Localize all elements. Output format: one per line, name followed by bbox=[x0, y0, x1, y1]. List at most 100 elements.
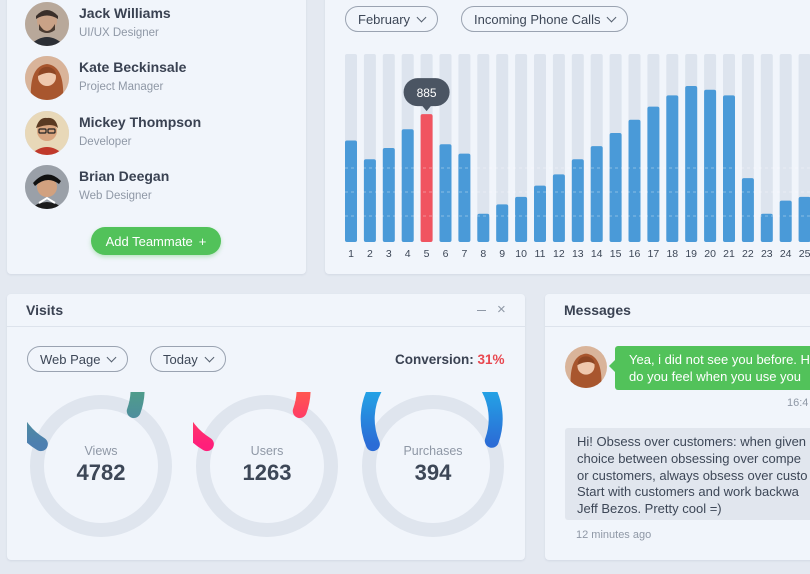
conversion-value: 31% bbox=[477, 352, 505, 367]
member-role: UI/UX Designer bbox=[79, 27, 159, 39]
bar-16[interactable] bbox=[628, 119, 641, 242]
metric-select[interactable]: Incoming Phone Calls bbox=[461, 6, 629, 32]
x-tick-label: 21 bbox=[723, 248, 735, 260]
x-tick-label: 24 bbox=[780, 248, 792, 260]
period-select[interactable]: Today bbox=[150, 346, 226, 372]
team-member-jack[interactable]: Jack Williams UI/UX Designer bbox=[25, 2, 295, 48]
member-name: Jack Williams bbox=[79, 5, 171, 21]
message-timestamp: 12 minutes ago bbox=[576, 529, 652, 541]
source-select-value: Web Page bbox=[40, 351, 101, 367]
metric-select-value: Incoming Phone Calls bbox=[474, 11, 601, 27]
member-role: Developer bbox=[79, 136, 132, 148]
avatar-kate bbox=[25, 56, 69, 100]
member-role: Web Designer bbox=[79, 190, 152, 202]
messages-card: Messages Yea, i did not see you before. … bbox=[545, 294, 810, 560]
month-select[interactable]: February bbox=[345, 6, 439, 32]
avatar-jack bbox=[25, 2, 69, 46]
calls-chart-card: 1 2 3 4 5 6 7 8 9 10 11 12 13 14 15 16 17 18 19 20 21 22 23 24 2… bbox=[325, 0, 810, 274]
x-tick-label: 13 bbox=[572, 248, 584, 260]
outgoing-message: Hi! Obsess over customers: when given ch… bbox=[565, 428, 810, 520]
x-tick-label: 1 bbox=[348, 248, 354, 260]
bar-1[interactable] bbox=[345, 140, 357, 242]
x-tick-label: 3 bbox=[386, 248, 392, 260]
bar-3[interactable] bbox=[382, 148, 395, 242]
bar-21[interactable] bbox=[723, 95, 735, 242]
x-tick-label: 2 bbox=[367, 248, 373, 260]
bar-19[interactable] bbox=[685, 85, 698, 243]
team-member-mickey[interactable]: Mickey Thompson Developer bbox=[25, 111, 295, 157]
x-tick-label: 22 bbox=[742, 248, 754, 260]
avatar-kate bbox=[565, 346, 607, 388]
x-tick-label: 12 bbox=[553, 248, 565, 260]
bar-5[interactable] bbox=[420, 114, 433, 242]
bar-11[interactable] bbox=[534, 185, 546, 242]
member-name: Brian Deegan bbox=[79, 168, 170, 184]
x-tick-label: 10 bbox=[515, 248, 527, 260]
bar-14[interactable] bbox=[590, 146, 603, 242]
bar-7[interactable] bbox=[458, 153, 471, 242]
message-line: choice between obsessing over compe bbox=[577, 450, 802, 466]
avatar-brian bbox=[25, 165, 69, 209]
x-tick-label: 8 bbox=[480, 248, 486, 260]
bar-17[interactable] bbox=[647, 106, 660, 242]
x-tick-label: 11 bbox=[535, 248, 546, 260]
purchases-donut: Purchases 394 bbox=[360, 392, 504, 537]
chevron-down-icon bbox=[416, 12, 427, 22]
add-teammate-button[interactable]: Add Teammate + bbox=[91, 227, 221, 255]
period-select-value: Today bbox=[163, 351, 198, 367]
visits-header: Visits × bbox=[7, 294, 525, 327]
donut-value: 1263 bbox=[243, 460, 292, 485]
bar-6[interactable] bbox=[439, 144, 452, 242]
bar-4[interactable] bbox=[401, 129, 414, 242]
x-tick-label: 16 bbox=[629, 248, 641, 260]
incoming-message: Yea, i did not see you before. Ho do you… bbox=[609, 346, 810, 390]
team-member-kate[interactable]: Kate Beckinsale Project Manager bbox=[25, 56, 295, 102]
message-timestamp: 16:4 bbox=[787, 397, 809, 409]
x-tick-label: 25 bbox=[799, 248, 810, 260]
bar-20[interactable] bbox=[704, 89, 717, 242]
bar-13[interactable] bbox=[571, 159, 584, 242]
x-tick-label: 19 bbox=[685, 248, 697, 260]
bar-25[interactable] bbox=[798, 196, 810, 242]
bar-12[interactable] bbox=[552, 174, 565, 242]
message-line: Jeff Bezos. Pretty cool =) bbox=[577, 501, 722, 517]
chevron-down-icon bbox=[204, 352, 215, 362]
conversion-label: Conversion: bbox=[395, 352, 474, 367]
conversion-stat: Conversion: 31% bbox=[395, 352, 505, 367]
tooltip-label: 885 bbox=[417, 86, 437, 100]
team-card: Jack Williams UI/UX Designer Kate Beckin… bbox=[7, 0, 306, 274]
close-icon[interactable]: × bbox=[497, 301, 506, 319]
donut-value: 4782 bbox=[77, 460, 126, 485]
x-tick-label: 5 bbox=[424, 248, 430, 260]
bar-10[interactable] bbox=[515, 196, 528, 242]
x-tick-label: 18 bbox=[666, 248, 678, 260]
bar-24[interactable] bbox=[779, 200, 792, 242]
views-donut: Views 4782 bbox=[27, 392, 172, 537]
plus-icon: + bbox=[198, 233, 207, 249]
member-role: Project Manager bbox=[79, 81, 164, 93]
users-donut: Users 1263 bbox=[193, 392, 338, 537]
x-tick-label: 4 bbox=[405, 248, 411, 260]
x-tick-label: 7 bbox=[461, 248, 467, 260]
x-tick-label: 14 bbox=[591, 248, 603, 260]
donut-value: 394 bbox=[415, 460, 452, 485]
bar-2[interactable] bbox=[363, 159, 376, 242]
source-select[interactable]: Web Page bbox=[27, 346, 129, 372]
message-line: Yea, i did not see you before. Ho bbox=[629, 352, 810, 367]
bar-22[interactable] bbox=[741, 178, 754, 242]
donut-label: Purchases bbox=[403, 444, 462, 458]
bar-9[interactable] bbox=[496, 204, 509, 242]
chevron-down-icon bbox=[607, 12, 617, 22]
bar-15[interactable] bbox=[609, 132, 622, 242]
minimize-icon[interactable] bbox=[477, 310, 486, 312]
member-name: Kate Beckinsale bbox=[79, 59, 187, 75]
bar-18[interactable] bbox=[666, 95, 679, 242]
month-select-value: February bbox=[358, 11, 411, 27]
visits-title: Visits bbox=[26, 302, 64, 318]
bar-8[interactable] bbox=[477, 213, 490, 242]
team-member-brian[interactable]: Brian Deegan Web Designer bbox=[25, 165, 295, 211]
message-line: Start with customers and work backwa bbox=[577, 484, 799, 500]
message-line: do you feel when you use you bbox=[629, 369, 802, 384]
bar-23[interactable] bbox=[760, 213, 773, 242]
messages-title: Messages bbox=[564, 302, 631, 318]
